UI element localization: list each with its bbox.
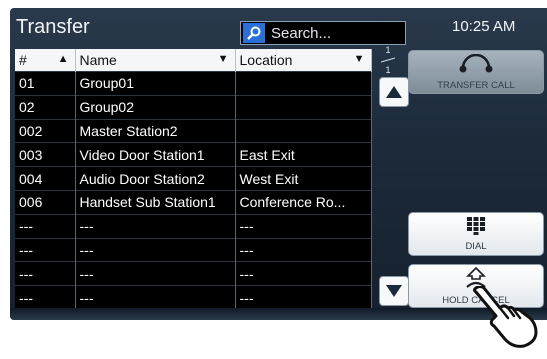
cell-number: --- bbox=[15, 237, 76, 262]
table-row[interactable]: 004 Audio Door Station2 West Exit bbox=[15, 166, 372, 191]
table-row[interactable]: --- --- --- bbox=[15, 261, 372, 286]
cell-number: --- bbox=[15, 213, 76, 239]
cell-name: --- bbox=[75, 213, 236, 239]
cell-number: --- bbox=[15, 261, 76, 286]
cell-location: --- bbox=[235, 261, 372, 286]
table-row[interactable]: 02 Group02 bbox=[15, 94, 372, 120]
search-icon bbox=[243, 23, 265, 43]
cell-name: Video Door Station1 bbox=[75, 142, 236, 167]
table-row[interactable]: 003 Video Door Station1 East Exit bbox=[15, 142, 372, 167]
cell-name: --- bbox=[75, 285, 236, 309]
column-number-header[interactable]: # ▲ bbox=[15, 49, 76, 72]
cell-name: Group02 bbox=[75, 94, 236, 120]
cell-number: 002 bbox=[15, 118, 76, 143]
search-placeholder: Search... bbox=[271, 24, 332, 42]
cell-location: --- bbox=[235, 213, 372, 239]
pointing-hand-icon bbox=[470, 285, 542, 359]
scroll-up-button[interactable] bbox=[379, 77, 409, 107]
cell-name: Group01 bbox=[75, 71, 236, 96]
table-row[interactable]: --- --- --- bbox=[15, 213, 372, 239]
dial-button[interactable]: DIAL bbox=[408, 212, 544, 256]
sort-up-icon: ▲ bbox=[57, 53, 69, 65]
cell-name: Master Station2 bbox=[75, 118, 236, 143]
cell-location: --- bbox=[235, 285, 372, 309]
cell-name: --- bbox=[75, 237, 236, 262]
table-row[interactable]: 01 Group01 bbox=[15, 71, 372, 96]
cell-location: Conference Ro... bbox=[235, 189, 372, 215]
cell-number: 003 bbox=[15, 142, 76, 167]
page-indicator: 1 1 bbox=[380, 45, 396, 75]
table-row[interactable]: 006 Handset Sub Station1 Conference Ro... bbox=[15, 189, 372, 215]
table-row[interactable]: --- --- --- bbox=[15, 285, 372, 309]
arrow-down-icon bbox=[386, 285, 402, 297]
handset-arc-icon bbox=[457, 53, 495, 77]
scroll-area: 1 1 bbox=[373, 45, 409, 306]
cell-name: Audio Door Station2 bbox=[75, 166, 236, 191]
scroll-down-button[interactable] bbox=[379, 276, 409, 306]
cell-number: 006 bbox=[15, 189, 76, 215]
cell-name: --- bbox=[75, 261, 236, 286]
cell-name: Handset Sub Station1 bbox=[75, 189, 236, 215]
sort-down-icon: ▼ bbox=[353, 53, 365, 65]
search-input[interactable]: Search... bbox=[240, 21, 406, 45]
table-row[interactable]: --- --- --- bbox=[15, 237, 372, 262]
cell-location bbox=[235, 94, 372, 120]
clock: 10:25 AM bbox=[452, 18, 516, 35]
directory-table: # ▲ Name ▼ Location ▼ 01 Group01 02 Group0… bbox=[15, 49, 372, 309]
column-location-header[interactable]: Location ▼ bbox=[235, 49, 372, 72]
table-row[interactable]: 002 Master Station2 bbox=[15, 118, 372, 143]
cell-number: 01 bbox=[15, 71, 76, 96]
transfer-call-button[interactable]: TRANSFER CALL bbox=[408, 50, 544, 94]
cell-location: West Exit bbox=[235, 166, 372, 191]
cell-number: 02 bbox=[15, 94, 76, 120]
cell-location bbox=[235, 118, 372, 143]
cell-location: East Exit bbox=[235, 142, 372, 167]
column-name-header[interactable]: Name ▼ bbox=[75, 49, 236, 72]
dial-label: DIAL bbox=[465, 240, 487, 252]
transfer-call-label: TRANSFER CALL bbox=[437, 79, 515, 91]
sort-down-icon: ▼ bbox=[217, 53, 229, 65]
cell-number: 004 bbox=[15, 166, 76, 191]
cell-location bbox=[235, 71, 372, 96]
keypad-icon bbox=[467, 216, 485, 238]
cell-number: --- bbox=[15, 285, 76, 309]
cell-location: --- bbox=[235, 237, 372, 262]
arrow-up-icon bbox=[386, 86, 402, 98]
page-title: Transfer bbox=[16, 16, 90, 38]
